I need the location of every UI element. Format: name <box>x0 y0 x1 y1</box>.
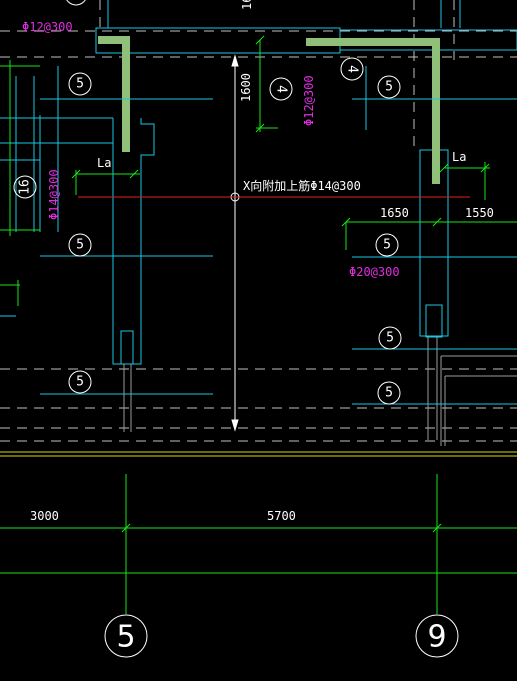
slab-mark-text: 5 <box>385 386 393 401</box>
rebar-label-left: Φ14@300 <box>47 169 61 220</box>
slab-mark-text: 5 <box>386 331 394 346</box>
vertical-dimension-1600 <box>230 54 240 432</box>
rebar-label-top-right: Φ12@300 <box>302 75 316 126</box>
slab-mark-text: 4 <box>274 85 289 93</box>
dim-3000-label: 3000 <box>30 509 59 523</box>
axis-label-9: 9 <box>427 620 446 655</box>
slab-mark-text: 5 <box>385 80 393 95</box>
slab-mark-text: 4 <box>345 65 360 73</box>
grid-boundary-lines <box>0 451 517 457</box>
slab-mark-text: 5 <box>383 238 391 253</box>
la-left-label: La <box>97 156 111 170</box>
slab-mark-text: 5 <box>72 0 80 2</box>
partial-top-label: 16 <box>240 0 254 10</box>
lower-wall-lines <box>123 336 517 446</box>
structural-drawing-canvas: 5 5 5 5 5 5 5 5 4 4 16 Φ12@300 Φ12@300 Φ… <box>0 0 517 658</box>
slab-mark-text: 5 <box>76 375 84 390</box>
dim-5700-label: 5700 <box>267 509 296 523</box>
axis-label-5: 5 <box>116 620 135 655</box>
axis-bubble-9: 9 <box>415 614 459 658</box>
la-right-label: La <box>452 150 466 164</box>
dim-1550-label: 1550 <box>465 206 494 220</box>
dim-1650-label: 1650 <box>380 206 409 220</box>
rebar-bars <box>98 36 440 184</box>
slab-mark-text: 5 <box>76 238 84 253</box>
rebar-label-top-left: Φ12@300 <box>22 20 73 34</box>
slab-mark-circles <box>13 0 402 405</box>
slab-mark-text: 16 <box>18 179 33 195</box>
slab-mark-text: 5 <box>76 77 84 92</box>
dim-1600-label: 1600 <box>239 73 253 102</box>
x-direction-note: X向附加上筋Φ14@300 <box>243 178 361 193</box>
rebar-label-right: Φ20@300 <box>349 265 400 279</box>
axis-bubble-5: 5 <box>104 614 148 658</box>
slab-mark-numbers: 5 5 5 5 5 5 5 5 4 4 16 <box>18 0 394 401</box>
